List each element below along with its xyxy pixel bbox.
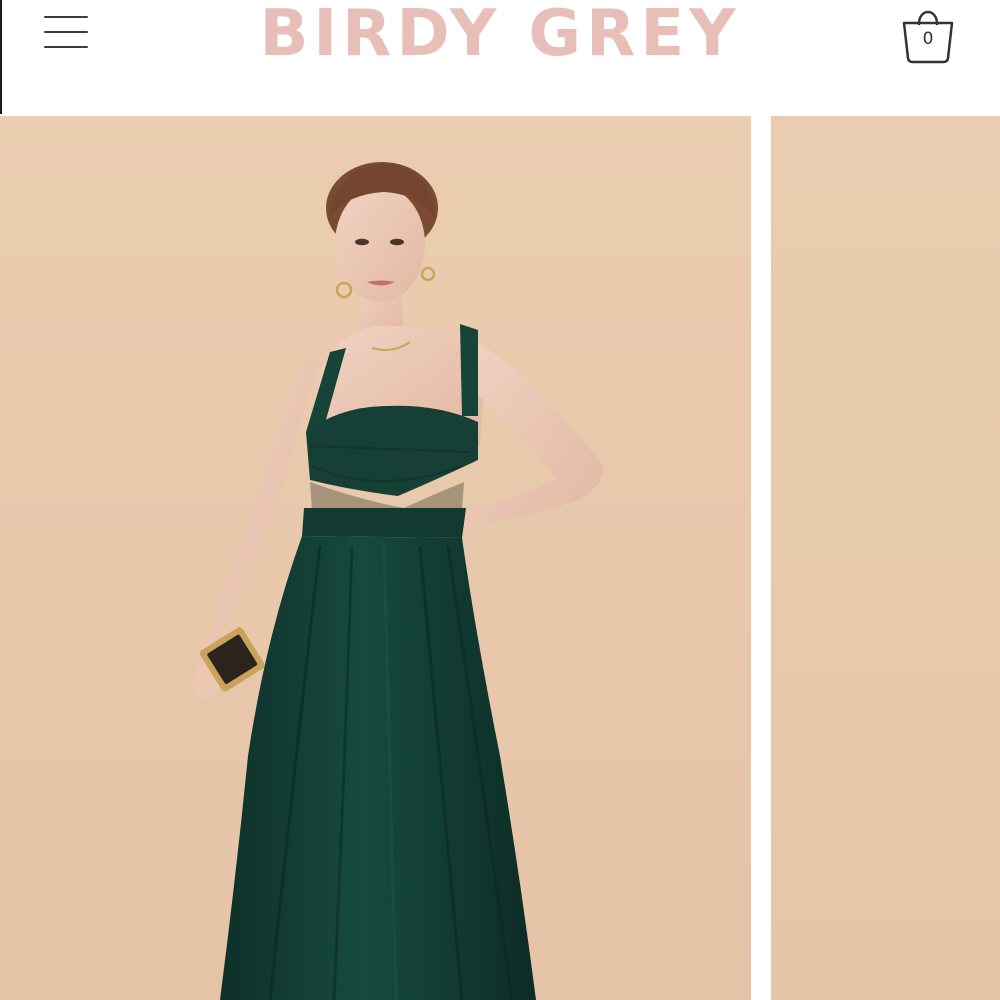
cart-button[interactable]: 0: [896, 0, 960, 68]
model-photo: [0, 116, 751, 1000]
product-image-gallery: [0, 114, 1000, 1000]
menu-button[interactable]: [40, 12, 92, 52]
brand-logo[interactable]: BIRDY GREY: [250, 0, 750, 70]
cart-count-badge: 0: [922, 29, 934, 49]
site-header: BIRDY GREY 0: [0, 0, 1000, 114]
screen-edge-divider: [0, 0, 2, 114]
product-page: BIRDY GREY 0: [0, 0, 1000, 1000]
product-image-main[interactable]: [0, 116, 751, 1000]
next-product-photo: [771, 116, 1000, 1000]
product-image-next[interactable]: [771, 116, 1000, 1000]
